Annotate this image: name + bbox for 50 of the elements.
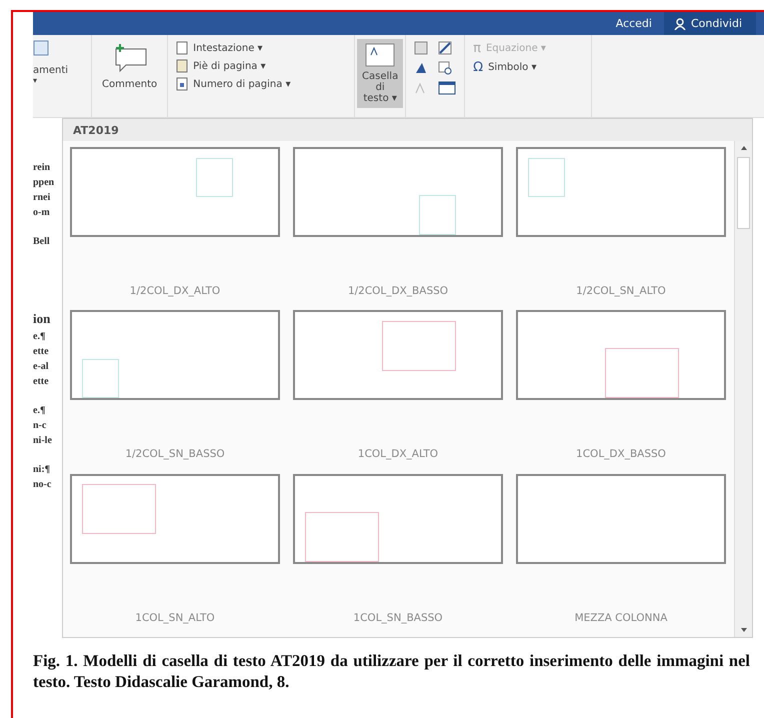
document-text: rnei [33,192,52,203]
caret-icon: ▾ [33,76,38,85]
signature-icon [438,41,452,55]
symbol-icon: Ω [473,60,484,75]
gallery-item[interactable]: MEZZA COLONNA [516,474,726,637]
symbol-menu-button[interactable]: Ω Simbolo ▾ [473,60,584,75]
document-text: e.¶ [33,331,46,342]
gallery-item[interactable]: 1/2COL_SN_BASSO [70,310,280,474]
document-text: ppen [33,177,56,188]
document-text: e.¶ [33,405,46,416]
page-icon [176,77,188,91]
person-icon [674,18,686,30]
date-time-icon [438,61,452,75]
document-text: n-c [33,420,48,431]
sign-in-link[interactable]: Accedi [604,17,664,30]
document-text: ette [33,346,50,357]
gallery-heading: AT2019 [73,124,119,136]
document-text: o-m [33,207,51,218]
page-icon [176,41,188,55]
document-text: Bell [33,236,51,247]
scroll-thumb[interactable] [737,157,750,229]
ribbon-menu-button[interactable]: Intestazione ▾ [176,41,346,55]
text-box-button[interactable]: Casella di testo ▾ [357,39,404,108]
object-icon [438,81,456,95]
gallery-item[interactable]: 1COL_SN_ALTO [70,474,280,637]
symbol-icon: π [473,41,481,56]
comment-button[interactable]: Commento [98,39,162,94]
scrollbar[interactable] [734,141,752,637]
gallery-item[interactable]: 1COL_DX_BASSO [516,310,726,474]
document-text: ette [33,376,50,387]
gallery-item[interactable]: 1COL_DX_ALTO [293,310,503,474]
document-text: rein [33,162,52,173]
ribbon-label: amenti [33,65,68,76]
document-text: ni-le [33,435,53,446]
document-icon [33,39,51,57]
gallery-item[interactable]: 1/2COL_DX_BASSO [293,147,503,310]
ribbon-menu-button[interactable]: Numero di pagina ▾ [176,77,346,91]
text-box-icon [365,43,396,67]
gallery-item[interactable]: 1COL_SN_BASSO [293,474,503,637]
gallery-item[interactable]: 1/2COL_DX_ALTO [70,147,280,310]
document-text: ni:¶ [33,464,52,475]
page-icon [176,59,188,73]
gallery-item[interactable]: 1/2COL_SN_ALTO [516,147,726,310]
figure-caption: Fig. 1. Modelli di casella di testo AT2019 da utilizzare per il corretto inserimento delle immagini nel testo. Testo Didascalie Garamond, 8. [33,650,750,692]
share-button[interactable]: Condividi [664,12,756,35]
document-text: e-al [33,361,50,372]
document-text: no-c [33,479,52,490]
ribbon-menu-button[interactable]: Piè di pagina ▾ [176,59,346,73]
quick-parts-icon [414,41,428,55]
document-text: ion [33,311,52,327]
